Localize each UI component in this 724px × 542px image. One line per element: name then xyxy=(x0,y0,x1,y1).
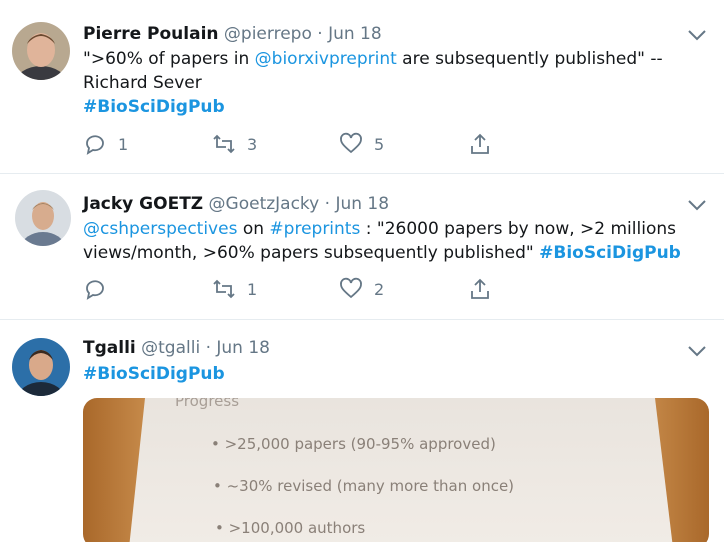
slide-bullet: • >100,000 authors xyxy=(215,519,366,537)
avatar[interactable] xyxy=(12,22,70,80)
chevron-down-icon[interactable] xyxy=(688,342,706,357)
separator-dot: · xyxy=(205,338,211,358)
like-count: 5 xyxy=(374,134,385,154)
text-segment: on xyxy=(237,219,270,239)
hashtag-link[interactable]: #BioSciDigPub xyxy=(83,364,225,384)
author-name[interactable]: Pierre Poulain xyxy=(83,24,219,44)
tweet-header: Pierre Poulain @pierrepo · Jun 18 xyxy=(83,23,382,45)
author-name[interactable]: Tgalli xyxy=(83,338,136,358)
tweet-media-image[interactable]: Progress • >25,000 papers (90-95% approv… xyxy=(83,398,709,542)
separator-dot: · xyxy=(324,194,331,214)
reply-button[interactable]: 1 xyxy=(83,131,128,157)
retweet-icon xyxy=(213,134,235,154)
retweet-button[interactable]: 1 xyxy=(212,276,257,302)
slide-heading: Progress xyxy=(175,398,240,410)
share-icon xyxy=(471,278,489,299)
slide-bullet: • ~30% revised (many more than once) xyxy=(213,477,515,495)
tweet-2[interactable]: Jacky GOETZ @GoetzJacky · Jun 18 @cshper… xyxy=(0,174,724,320)
tweet-header: Jacky GOETZ @GoetzJacky · Jun 18 xyxy=(83,193,389,215)
avatar[interactable] xyxy=(12,338,70,396)
mention-link[interactable]: @biorxivpreprint xyxy=(255,49,397,69)
retweet-icon xyxy=(213,279,235,299)
chevron-down-icon[interactable] xyxy=(688,26,706,41)
heart-icon xyxy=(340,277,362,299)
author-handle[interactable]: @pierrepo xyxy=(224,24,312,44)
share-icon xyxy=(471,133,489,154)
tweet-date[interactable]: Jun 18 xyxy=(328,24,382,44)
tweet-header: Tgalli @tgalli · Jun 18 xyxy=(83,337,270,359)
tweet-1[interactable]: Pierre Poulain @pierrepo · Jun 18 ">60% … xyxy=(0,0,724,174)
reply-count: 1 xyxy=(118,134,129,154)
share-button[interactable] xyxy=(468,276,492,302)
separator-dot: · xyxy=(317,24,323,44)
like-button[interactable]: 2 xyxy=(339,276,384,302)
retweet-button[interactable]: 3 xyxy=(212,131,257,157)
hashtag-link[interactable]: #BioSciDigPub xyxy=(539,243,681,263)
avatar[interactable] xyxy=(15,190,71,246)
author-handle[interactable]: @tgalli xyxy=(141,338,200,358)
hashtag-link[interactable]: #BioSciDigPub xyxy=(83,97,225,117)
hashtag-link[interactable]: #preprints xyxy=(269,219,360,239)
retweet-count: 3 xyxy=(247,134,258,154)
heart-icon xyxy=(340,132,362,154)
reply-icon xyxy=(86,280,104,300)
author-name[interactable]: Jacky GOETZ xyxy=(83,194,203,214)
tweet-text: #BioSciDigPub xyxy=(83,362,708,386)
tweet-text: @cshperspectives on #preprints : "26000 … xyxy=(83,217,708,265)
mention-link[interactable]: @cshperspectives xyxy=(83,219,237,239)
retweet-count: 1 xyxy=(247,279,258,299)
author-handle[interactable]: @GoetzJacky xyxy=(209,194,320,214)
reply-icon xyxy=(86,135,104,155)
text-segment: ">60% of papers in xyxy=(83,49,255,69)
like-button[interactable]: 5 xyxy=(339,131,384,157)
tweet-text: ">60% of papers in @biorxivpreprint are … xyxy=(83,47,708,119)
chevron-down-icon[interactable] xyxy=(688,196,706,211)
like-count: 2 xyxy=(374,279,385,299)
reply-button[interactable] xyxy=(83,276,118,302)
tweet-date[interactable]: Jun 18 xyxy=(335,194,389,214)
share-button[interactable] xyxy=(468,131,492,157)
slide-bullet: • >25,000 papers (90-95% approved) xyxy=(211,435,496,453)
tweet-date[interactable]: Jun 18 xyxy=(216,338,270,358)
